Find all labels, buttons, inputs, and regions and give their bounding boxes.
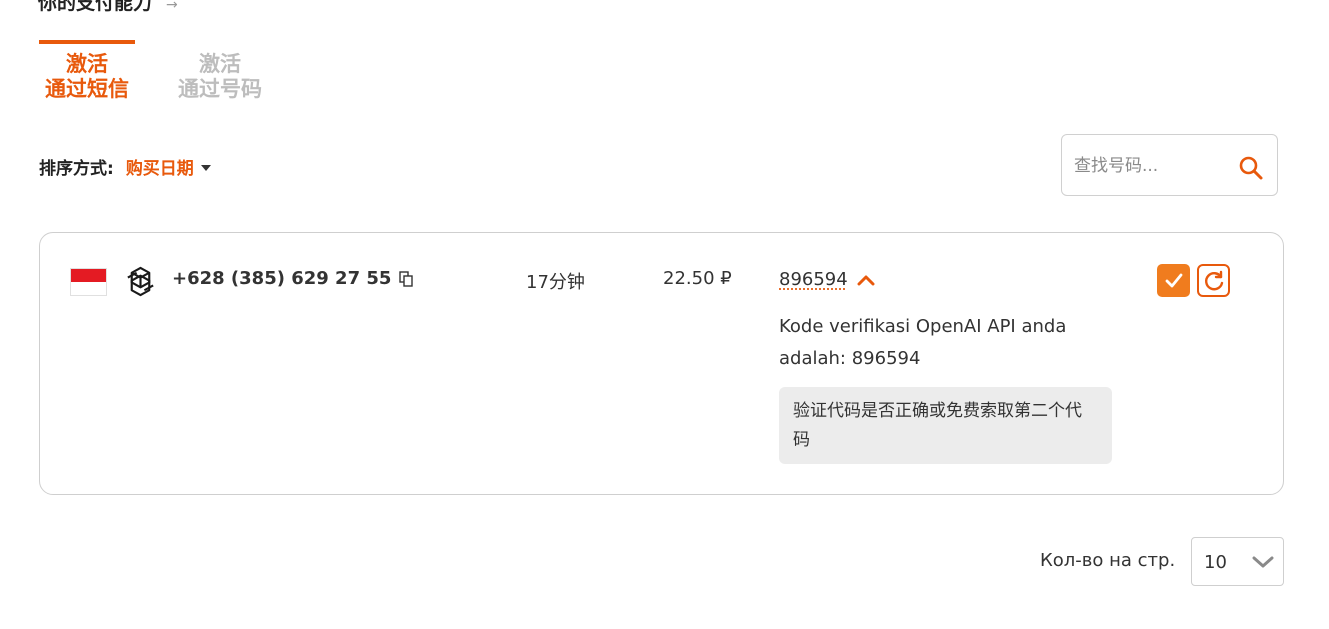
- phone-number-text: +628 (385) 629 27 55: [172, 268, 392, 289]
- activation-card: +628 (385) 629 27 55 17分钟 22.50 ₽ 896594…: [39, 232, 1284, 495]
- search-icon[interactable]: [1238, 155, 1264, 181]
- confirm-button[interactable]: [1157, 264, 1190, 297]
- sms-code[interactable]: 896594: [779, 269, 848, 290]
- chevron-down-icon: [1252, 556, 1274, 568]
- sort-dropdown[interactable]: 购买日期: [126, 154, 211, 179]
- search-box: [1061, 134, 1278, 196]
- openai-icon: [127, 266, 154, 297]
- section-title: 你的支付能力 →: [38, 0, 178, 15]
- sms-code-row: 896594: [779, 269, 875, 290]
- sms-message: Kode verifikasi OpenAI API anda adalah: …: [779, 316, 1067, 369]
- request-new-code-button[interactable]: [1197, 264, 1230, 297]
- tab-activation-sms[interactable]: 激活 通过短信: [39, 40, 135, 102]
- section-title-text: 你的支付能力: [38, 0, 153, 14]
- sort-label: 排序方式:: [39, 159, 114, 179]
- copy-icon[interactable]: [399, 270, 414, 287]
- sort-value: 购买日期: [125, 159, 194, 179]
- sort-control: 排序方式: 购买日期: [39, 154, 211, 179]
- refresh-icon: [1204, 270, 1223, 290]
- activation-duration: 17分钟: [526, 272, 585, 293]
- per-page-select[interactable]: 10: [1191, 537, 1284, 586]
- tab-activation-number[interactable]: 激活 通过号码: [170, 40, 270, 102]
- per-page-label: Кол-во на стр.: [1040, 550, 1176, 571]
- arrow-right-icon: →: [166, 0, 178, 13]
- caret-down-icon: [200, 164, 211, 171]
- search-input[interactable]: [1074, 153, 1234, 179]
- code-hint: 验证代码是否正确或免费索取第二个代码: [779, 387, 1112, 464]
- phone-number: +628 (385) 629 27 55: [172, 268, 414, 289]
- per-page-value: 10: [1204, 552, 1227, 573]
- checkmark-icon: [1165, 273, 1182, 287]
- chevron-up-icon[interactable]: [857, 273, 875, 287]
- activation-price: 22.50 ₽: [663, 268, 732, 289]
- indonesia-flag-icon: [70, 268, 107, 296]
